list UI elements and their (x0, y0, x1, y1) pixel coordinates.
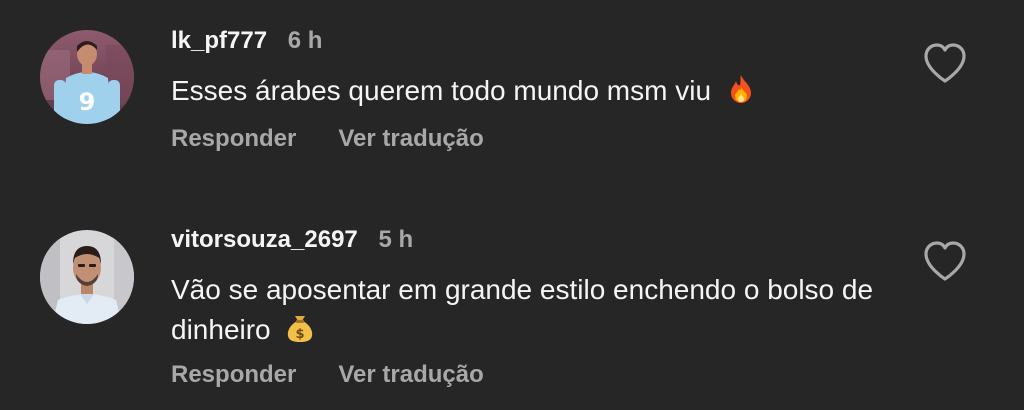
avatar-image (40, 230, 134, 324)
comment-text: Esses árabes querem todo mundo msm viu (171, 75, 712, 106)
fire-emoji-icon (725, 73, 757, 105)
reply-button[interactable]: Responder (171, 125, 296, 152)
comment-text: Vão se aposentar em grande estilo enchen… (171, 274, 874, 345)
avatar[interactable] (40, 230, 134, 324)
comment-actions: Responder Ver tradução (171, 361, 484, 389)
comment-item: vitorsouza_2697 5 h Vão se aposentar em … (0, 200, 1024, 410)
money-bag-emoji-icon: $ (284, 312, 316, 344)
avatar[interactable]: 9 (40, 30, 134, 124)
timestamp: 5 h (378, 226, 414, 253)
comment-actions: Responder Ver tradução (171, 125, 484, 153)
comment-header: lk_pf777 6 h (171, 27, 322, 55)
comment-item: 9 lk_pf777 6 h Esses árabes querem todo … (0, 0, 1024, 200)
heart-outline-icon (924, 241, 966, 281)
svg-text:$: $ (296, 327, 305, 342)
comment-body: Esses árabes querem todo mundo msm viu (171, 71, 891, 111)
svg-text:9: 9 (79, 88, 96, 116)
like-button[interactable] (922, 41, 968, 85)
username[interactable]: lk_pf777 (171, 27, 267, 54)
comment-body: Vão se aposentar em grande estilo enchen… (171, 270, 891, 350)
timestamp: 6 h (287, 27, 323, 54)
heart-outline-icon (924, 43, 966, 83)
comment-header: vitorsouza_2697 5 h (171, 226, 413, 254)
like-button[interactable] (922, 239, 968, 283)
see-translation-button[interactable]: Ver tradução (338, 125, 483, 152)
avatar-image: 9 (40, 30, 134, 124)
reply-button[interactable]: Responder (171, 361, 296, 388)
username[interactable]: vitorsouza_2697 (171, 226, 358, 253)
see-translation-button[interactable]: Ver tradução (338, 361, 483, 388)
